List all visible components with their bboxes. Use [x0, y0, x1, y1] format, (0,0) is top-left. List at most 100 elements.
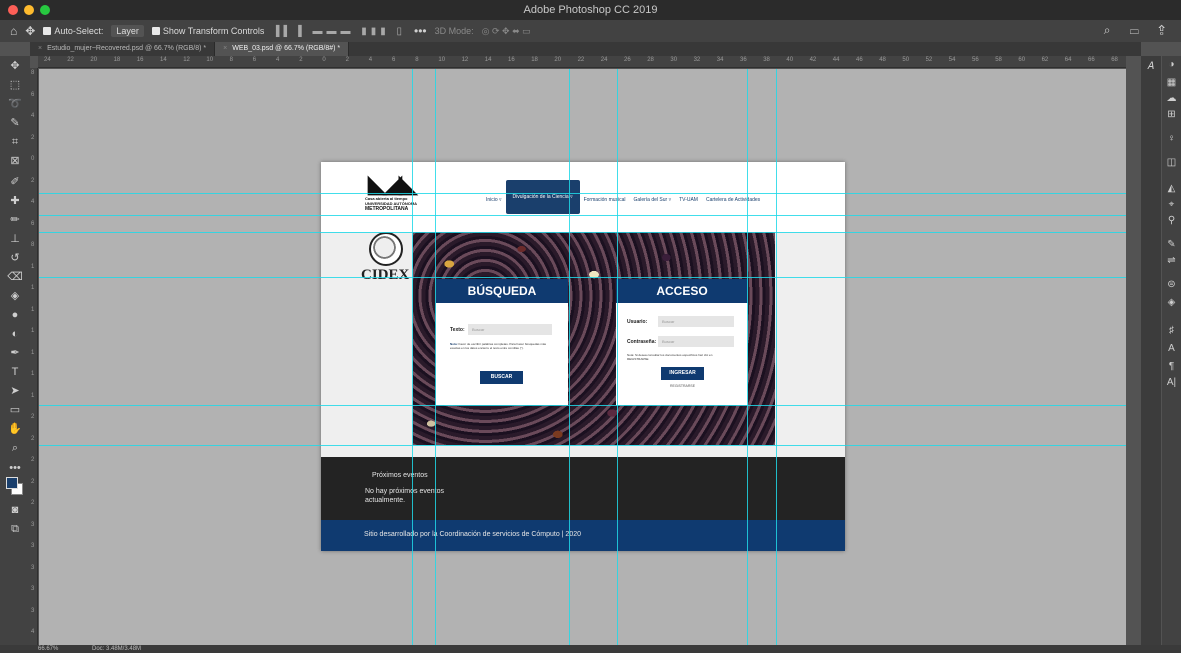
quick-select-tool-icon[interactable]: ✎: [7, 115, 23, 131]
rectangle-tool-icon[interactable]: ▭: [7, 402, 23, 418]
zoom-tool-icon[interactable]: ⌕: [7, 440, 23, 456]
guide-vertical[interactable]: [617, 69, 618, 645]
guide-vertical[interactable]: [776, 69, 777, 645]
tab-estudio-mujer[interactable]: × Estudio_mujer~Recovered.psd @ 66.7% (RG…: [30, 42, 216, 56]
ruler-tick: 22: [577, 57, 585, 63]
ruler-tick: 3: [31, 543, 35, 549]
usuario-input[interactable]: Buscar: [658, 316, 734, 327]
eyedropper-tool-icon[interactable]: ✐: [7, 174, 23, 190]
cidex-seal-icon: [369, 232, 403, 266]
learn-panel-icon[interactable]: ♀: [1165, 132, 1178, 146]
path-select-icon[interactable]: ➤: [7, 383, 23, 399]
usuario-label: Usuario:: [627, 319, 648, 325]
healing-brush-icon[interactable]: ✚: [7, 193, 23, 209]
registrarse-link[interactable]: REGISTRARSE: [661, 384, 704, 388]
brush-settings-icon[interactable]: ✎: [1165, 238, 1178, 252]
transform-panel-icon[interactable]: ⌖: [1165, 198, 1178, 212]
type-tool-icon[interactable]: T: [7, 364, 23, 380]
vertical-ruler[interactable]: 8 6 4 2 0 2 4 6 8 1 1 1 1 1 1 1 2 2 2 2 2 3 3 3 3 3 4: [30, 68, 38, 645]
guide-horizontal[interactable]: [39, 277, 1126, 278]
adjust-layers-icon[interactable]: ⊜: [1165, 278, 1178, 292]
channels-panel-icon[interactable]: ⇌: [1165, 254, 1178, 268]
search-workspace-icons[interactable]: ⌕ ▭ ⇪: [1104, 23, 1173, 38]
character-styles-icon[interactable]: A: [1165, 342, 1178, 356]
paths-panel-icon[interactable]: ⚲: [1165, 214, 1178, 228]
minimize-window-button[interactable]: [24, 5, 34, 15]
properties-panel-icon[interactable]: ◫: [1165, 156, 1178, 170]
close-tab-icon[interactable]: ×: [38, 45, 42, 52]
swatches-panel-icon[interactable]: ▦: [1165, 76, 1178, 90]
stamp-tool-icon[interactable]: ⊥: [7, 231, 23, 247]
nav-item-cartelera: Cartelera de Actividades: [705, 197, 761, 203]
glyphs-panel-icon[interactable]: ♯: [1165, 324, 1178, 338]
ruler-tick: 24: [44, 57, 51, 63]
ruler-tick: 4: [31, 113, 35, 119]
paragraph-panel-icon[interactable]: ¶: [1165, 360, 1178, 374]
adjustments-panel-icon[interactable]: ◭: [1165, 182, 1178, 196]
ruler-tick: 26: [624, 57, 631, 63]
guide-horizontal[interactable]: [39, 405, 1126, 406]
guide-horizontal[interactable]: [39, 445, 1126, 446]
close-window-button[interactable]: [8, 5, 18, 15]
home-icon[interactable]: ⌂: [10, 24, 17, 38]
libraries-panel-icon[interactable]: ☁: [1165, 92, 1178, 106]
dodge-tool-icon[interactable]: ◐: [7, 326, 23, 342]
more-tools-icon[interactable]: •••: [7, 460, 23, 476]
screen-mode-icon[interactable]: ⧉: [7, 521, 23, 537]
guide-vertical[interactable]: [435, 69, 436, 645]
collapsed-panel-dock: 𝐴: [1141, 56, 1161, 645]
eraser-tool-icon[interactable]: ⌫: [7, 269, 23, 285]
ruler-tick: 24: [600, 57, 608, 63]
ruler-tick: 6: [31, 220, 35, 227]
site-nav: Inicio ▿ Divulgación de la Ciencia ▿ For…: [482, 180, 764, 214]
guide-horizontal[interactable]: [39, 232, 1126, 233]
ruler-tick: 8: [31, 70, 35, 76]
canvas-area[interactable]: ◣◢◣ Casa abierta al tiempo UNIVERSIDAD A…: [39, 69, 1126, 645]
quick-mask-icon[interactable]: ◙: [7, 502, 23, 518]
window-controls: [8, 5, 50, 15]
auto-select-dropdown[interactable]: Layer: [111, 25, 144, 37]
align-buttons-icon[interactable]: ▐▌▐ ▬▬▬ ▮▮▮ ▯: [272, 26, 406, 37]
hand-tool-icon[interactable]: ✋: [7, 421, 23, 437]
guide-horizontal[interactable]: [39, 193, 1126, 194]
show-transform-checkbox[interactable]: Show Transform Controls: [151, 26, 264, 36]
auto-select-checkbox[interactable]: Auto-Select:: [43, 26, 103, 36]
paint-bucket-icon[interactable]: ◈: [7, 288, 23, 304]
texto-input[interactable]: Buscar: [468, 324, 552, 335]
3d-mode-icons[interactable]: ◎ ⟳ ✥ ⬌ ▭: [482, 26, 531, 37]
frame-tool-icon[interactable]: ⊠: [7, 153, 23, 169]
move-tool-icon[interactable]: ✥: [25, 24, 35, 38]
blur-tool-icon[interactable]: ●: [7, 307, 23, 323]
horizontal-ruler[interactable]: 24 22 20 18 16 14 12 10 8 6 4 2 0 2 4 6 8 10 12 14 16 18 20 22 2…: [38, 56, 1126, 68]
crop-tool-icon[interactable]: ⌗: [7, 134, 23, 150]
color-panel-icon[interactable]: ◑: [1165, 58, 1178, 72]
history-brush-icon[interactable]: ↺: [7, 250, 23, 266]
ruler-tick: 8: [229, 57, 233, 63]
lasso-tool-icon[interactable]: ➰: [7, 96, 23, 112]
text-panel-icon[interactable]: A|: [1165, 376, 1178, 390]
buscar-button[interactable]: BUSCAR: [480, 371, 523, 384]
foreground-color-swatch[interactable]: [6, 477, 18, 489]
ruler-tick: 18: [531, 57, 538, 63]
marquee-tool-icon[interactable]: ⬚: [7, 77, 23, 93]
ruler-tick: 10: [438, 57, 446, 63]
tab-web-03[interactable]: × WEB_03.psd @ 66.7% (RGB/8#) *: [215, 42, 350, 56]
contrasena-input[interactable]: Buscar: [658, 336, 734, 347]
guide-horizontal[interactable]: [39, 215, 1126, 216]
guide-vertical[interactable]: [569, 69, 570, 645]
patterns-panel-icon[interactable]: ⊞: [1165, 108, 1178, 122]
close-tab-icon[interactable]: ×: [223, 45, 227, 52]
move-tool-icon[interactable]: ✥: [7, 58, 23, 74]
guide-vertical[interactable]: [747, 69, 748, 645]
guide-vertical[interactable]: [412, 69, 413, 645]
pen-tool-icon[interactable]: ✒: [7, 345, 23, 361]
ruler-tick: 6: [392, 57, 396, 63]
events-title: Próximos eventos: [372, 472, 428, 479]
zoom-level[interactable]: 66.67%: [38, 645, 58, 653]
ingresar-button[interactable]: INGRESAR: [661, 367, 704, 380]
layers-panel-icon[interactable]: ◈: [1165, 296, 1178, 310]
brush-tool-icon[interactable]: ✏: [7, 212, 23, 228]
character-panel-icon[interactable]: 𝐴: [1144, 60, 1157, 74]
more-options-icon[interactable]: •••: [414, 24, 427, 38]
zoom-window-button[interactable]: [40, 5, 50, 15]
